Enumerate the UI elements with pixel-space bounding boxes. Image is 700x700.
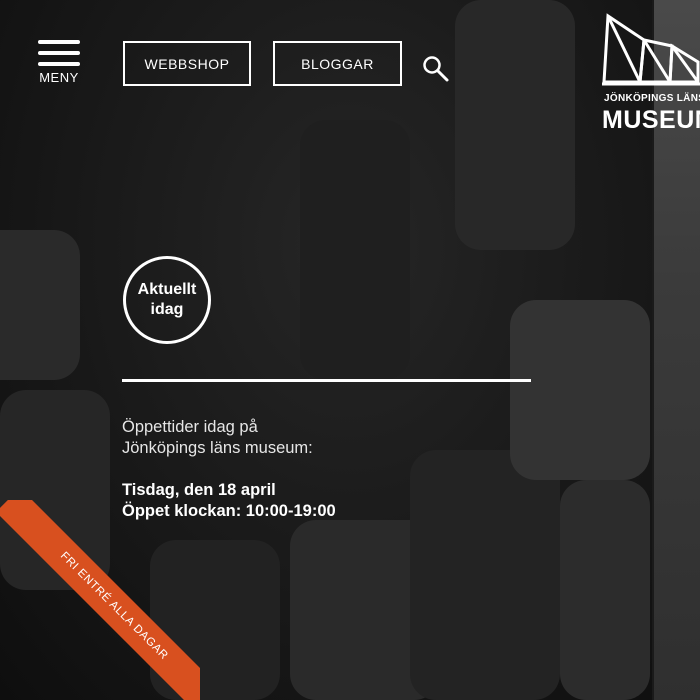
hamburger-icon bbox=[38, 40, 80, 44]
menu-button[interactable]: MENY bbox=[38, 40, 82, 85]
hours-intro-line-2: Jönköpings läns museum: bbox=[122, 439, 313, 457]
menu-label: MENY bbox=[39, 70, 79, 85]
logo-tagline: JÖNKÖPINGS LÄNS bbox=[604, 93, 700, 104]
divider bbox=[122, 379, 531, 382]
free-entry-ribbon: FRI ENTRÉ ALLA DAGAR bbox=[0, 500, 200, 700]
badge-line-2: idag bbox=[150, 301, 184, 318]
museum-logo-mark bbox=[602, 13, 700, 86]
search-icon[interactable] bbox=[422, 55, 450, 83]
hours-intro-line-1: Öppettider idag på bbox=[122, 418, 258, 436]
ribbon-text: FRI ENTRÉ ALLA DAGAR bbox=[0, 500, 200, 700]
hamburger-icon-bar bbox=[38, 62, 80, 66]
badge-line-1: Aktuellt bbox=[137, 281, 197, 298]
logo-name: MUSEUM bbox=[602, 106, 700, 134]
date-line: Tisdag, den 18 april bbox=[122, 481, 276, 499]
webbshop-button[interactable]: WEBBSHOP bbox=[123, 41, 251, 86]
hamburger-icon-bar bbox=[38, 51, 80, 55]
bloggar-button[interactable]: BLOGGAR bbox=[273, 41, 402, 86]
museum-logo[interactable]: JÖNKÖPINGS LÄNS MUSEUM bbox=[600, 12, 700, 134]
aktuellt-idag-badge[interactable]: Aktuellt idag bbox=[123, 256, 211, 344]
